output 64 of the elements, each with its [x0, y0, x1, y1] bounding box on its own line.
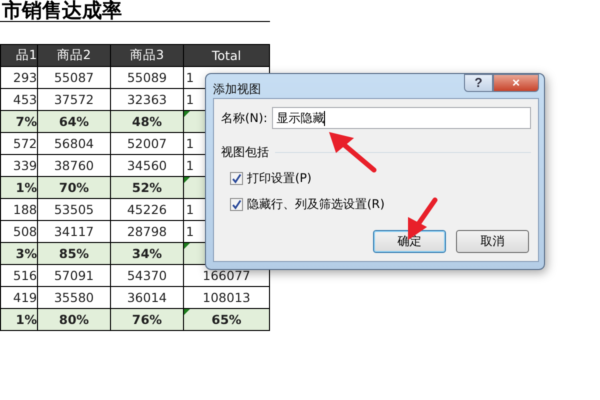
error-indicator-icon: [184, 111, 190, 117]
help-button[interactable]: ?: [464, 74, 493, 92]
table-cell: 54370: [127, 268, 167, 283]
column-header: 商品3: [110, 44, 184, 66]
table-cell: 34560: [127, 158, 167, 173]
table-cell: 38760: [54, 158, 94, 173]
table-cell: 65%: [212, 312, 242, 327]
checkbox-label: 打印设置(P): [247, 170, 312, 187]
table-cell: 34117: [54, 224, 94, 239]
table-cell: 166077: [202, 268, 250, 283]
column-header: Total: [184, 44, 270, 66]
table-cell: 1: [186, 136, 194, 151]
cancel-button[interactable]: 取消: [456, 230, 529, 253]
table-cell: 108013: [202, 290, 250, 305]
table-cell: 1: [186, 202, 194, 217]
table-cell: 35580: [54, 290, 94, 305]
table-cell: 7%: [16, 114, 36, 129]
name-field[interactable]: 显示隐藏: [272, 107, 531, 129]
table-cell: 80%: [59, 312, 89, 327]
table-cell: 28798: [127, 224, 167, 239]
table-cell: 1%: [16, 180, 36, 195]
table-cell: 339: [13, 158, 36, 173]
checkbox[interactable]: [230, 198, 243, 211]
table-cell: 1: [186, 158, 194, 173]
table-cell: 56804: [54, 136, 94, 151]
table-cell: 1: [186, 224, 194, 239]
name-label: 名称(N):: [221, 110, 268, 126]
table-cell: 1: [186, 92, 194, 107]
error-indicator-icon: [184, 243, 190, 249]
table-cell: 57091: [54, 268, 94, 283]
error-indicator-icon: [184, 309, 190, 315]
table-cell: 36014: [127, 290, 167, 305]
dialog-title: 添加视图: [213, 81, 261, 98]
error-indicator-icon: [184, 177, 190, 183]
table-cell: 55087: [54, 70, 94, 85]
table-cell: 1: [186, 70, 194, 85]
table-cell: 419: [13, 290, 36, 305]
table-cell: 3%: [16, 246, 36, 261]
table-cell: 55089: [127, 70, 167, 85]
column-header: 商品2: [38, 44, 110, 66]
table-cell: 37572: [54, 92, 94, 107]
table-cell: 76%: [132, 312, 162, 327]
table-cell: 188: [13, 202, 36, 217]
table-cell: 53505: [54, 202, 94, 217]
table-cell: 1%: [16, 312, 36, 327]
pointer-arrow: [328, 131, 378, 173]
column-header: 品1: [0, 44, 38, 66]
table-cell: 34%: [132, 246, 162, 261]
table-cell: 85%: [59, 246, 89, 261]
table-cell: 48%: [132, 114, 162, 129]
group-label: 视图包括: [221, 144, 269, 161]
table-cell: 52007: [127, 136, 167, 151]
table-cell: 64%: [59, 114, 89, 129]
table-cell: 508: [13, 224, 36, 239]
table-cell: 453: [13, 92, 36, 107]
checkbox[interactable]: [230, 172, 243, 185]
table-cell: 572: [13, 136, 36, 151]
table-cell: 516: [13, 268, 36, 283]
checkbox-label: 隐藏行、列及筛选设置(R): [247, 196, 385, 213]
table-cell: 293: [13, 70, 36, 85]
table-cell: 52%: [132, 180, 162, 195]
table-cell: 70%: [59, 180, 89, 195]
table-cell: 32363: [127, 92, 167, 107]
table-cell: 45226: [127, 202, 167, 217]
